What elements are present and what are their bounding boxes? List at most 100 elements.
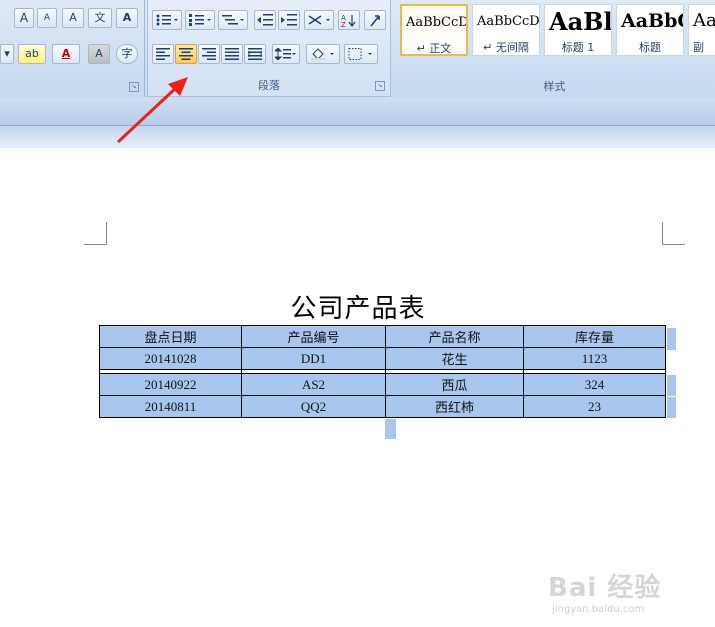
multilevel-list-icon [222, 15, 244, 25]
borders-icon [348, 48, 372, 60]
phonetic-guide-button[interactable]: 文 [88, 8, 112, 28]
table-cell[interactable]: 324 [523, 373, 666, 396]
font-color-button[interactable]: A [52, 44, 80, 64]
enclose-characters-label: 字 [121, 47, 133, 60]
style-subtitle-name: 副 [693, 41, 704, 54]
character-shading-button[interactable]: A [88, 44, 110, 64]
style-heading-1-name: 标题 1 [561, 41, 595, 54]
style-subtitle[interactable]: Aa 副 [688, 4, 715, 56]
style-title-sample: AaBbC [621, 10, 683, 32]
table-cell[interactable]: 西红柿 [385, 395, 524, 418]
style-normal-sample: AaBbCcDc [406, 15, 468, 30]
table-cell[interactable]: 花生 [385, 347, 524, 370]
phonetic-guide-label: 文 [94, 11, 106, 24]
character-border-label: A [122, 11, 132, 24]
ruler-area [0, 97, 715, 126]
bullets-icon [156, 14, 178, 26]
decrease-indent-button[interactable] [254, 10, 276, 30]
align-right-button[interactable] [198, 44, 220, 64]
header-cell-stock[interactable]: 库存量 [523, 325, 666, 348]
paragraph-dialog-launcher[interactable]: ↘ [375, 81, 385, 91]
sort-icon: AZ [341, 14, 356, 28]
style-heading-1-sample: AaBl [549, 7, 612, 36]
grow-font-button[interactable]: A [14, 8, 34, 28]
shrink-font-label: A [43, 13, 51, 23]
table-row: 20140811 QQ2 西红柿 23 [99, 395, 666, 418]
bullets-button[interactable] [152, 10, 182, 30]
align-left-icon [156, 48, 170, 60]
watermark-logo: Bai 经验 [548, 573, 662, 603]
row-end-selection [667, 328, 676, 350]
numbering-button[interactable] [185, 10, 215, 30]
styles-group: AaBbCcDc ↵ 正文 AaBbCcDc ↵ 无间隔 AaBl 标题 1 A… [394, 0, 715, 97]
inventory-table[interactable]: 盘点日期 产品编号 产品名称 库存量 20141028 DD1 花生 1123 … [99, 325, 666, 418]
shrink-font-button[interactable]: A [37, 8, 57, 28]
style-title-name: 标题 [639, 41, 661, 54]
multilevel-list-button[interactable] [218, 10, 248, 30]
paint-bucket-icon [311, 48, 334, 60]
style-normal[interactable]: AaBbCcDc ↵ 正文 [400, 4, 468, 56]
table-cell[interactable]: 20141028 [99, 347, 242, 370]
clear-format-label: A [69, 11, 77, 24]
increase-indent-button[interactable] [278, 10, 300, 30]
highlight-label: ab [25, 47, 39, 60]
style-no-spacing-name: ↵ 无间隔 [483, 41, 529, 54]
table-cell[interactable]: QQ2 [241, 395, 386, 418]
row-end-selection [667, 397, 676, 418]
margin-corner-top-right [662, 222, 685, 245]
style-no-spacing[interactable]: AaBbCcDc ↵ 无间隔 [472, 4, 540, 56]
chinese-layout-icon [308, 15, 330, 25]
shading-button[interactable] [306, 44, 340, 64]
highlight-button[interactable]: ab [18, 44, 46, 64]
style-title[interactable]: AaBbC 标题 [616, 4, 684, 56]
document-title: 公司产品表 [290, 294, 426, 324]
table-cell[interactable]: 1123 [523, 347, 666, 370]
font-dialog-launcher[interactable]: ↘ [129, 82, 139, 92]
font-color-label: A [61, 47, 71, 60]
row-end-selection [667, 375, 676, 396]
table-cell[interactable]: 20140811 [99, 395, 242, 418]
justify-icon [225, 48, 239, 60]
character-border-button[interactable]: A [116, 8, 138, 28]
font-group: A A A 文 A ▾ ab A A 字 ↘ [0, 0, 145, 97]
paragraph-group: AZ 段落 ↘ [147, 0, 391, 97]
styles-group-label: 样式 [543, 80, 566, 93]
distributed-button[interactable] [244, 44, 266, 64]
header-cell-date[interactable]: 盘点日期 [99, 325, 242, 348]
borders-button[interactable] [344, 44, 378, 64]
table-cell[interactable]: 20140922 [99, 373, 242, 396]
baidu-watermark: Bai 经验 jingyan.baidu.com [548, 567, 688, 627]
enclose-characters-button[interactable]: 字 [116, 44, 138, 64]
paragraph-mark-icon [370, 15, 380, 27]
svg-text:Z: Z [341, 21, 346, 28]
style-heading-1[interactable]: AaBl 标题 1 [544, 4, 612, 56]
grow-font-label: A [19, 11, 29, 25]
style-normal-name: ↵ 正文 [416, 42, 452, 55]
header-cell-code[interactable]: 产品编号 [241, 325, 386, 348]
justify-button[interactable] [221, 44, 243, 64]
table-row: 20140922 AS2 西瓜 324 [99, 373, 666, 396]
ribbon: A A A 文 A ▾ ab A A 字 ↘ AZ 段落 ↘ AaBbCcD ↵… [0, 0, 715, 97]
chinese-layout-button[interactable] [304, 10, 334, 30]
decrease-indent-icon [257, 14, 273, 26]
table-cell[interactable]: 23 [523, 395, 666, 418]
table-row: 20141028 DD1 花生 1123 [99, 347, 666, 370]
align-center-button[interactable] [175, 44, 197, 64]
table-cell[interactable]: AS2 [241, 373, 386, 396]
line-spacing-button[interactable] [272, 44, 300, 64]
table-cell[interactable]: DD1 [241, 347, 386, 370]
character-shading-label: A [95, 47, 103, 60]
paragraph-mark-selection [385, 419, 396, 439]
numbering-icon [189, 14, 211, 26]
sort-button[interactable]: AZ [338, 10, 360, 30]
align-left-button[interactable] [152, 44, 174, 64]
header-cell-name[interactable]: 产品名称 [385, 325, 524, 348]
show-marks-button[interactable] [364, 10, 386, 30]
table-header-row: 盘点日期 产品编号 产品名称 库存量 [99, 325, 666, 348]
font-dropdown-arrow[interactable]: ▾ [0, 44, 14, 64]
clear-format-button[interactable]: A [62, 8, 84, 28]
paragraph-group-label: 段落 [258, 79, 280, 92]
margin-corner-top-left [84, 222, 107, 245]
line-spacing-icon [275, 48, 296, 60]
table-cell[interactable]: 西瓜 [385, 373, 524, 396]
